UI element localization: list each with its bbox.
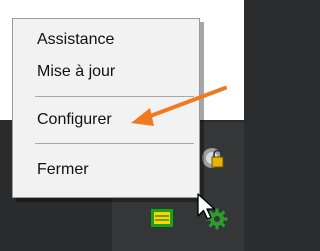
mouse-pointer-icon	[197, 193, 216, 220]
